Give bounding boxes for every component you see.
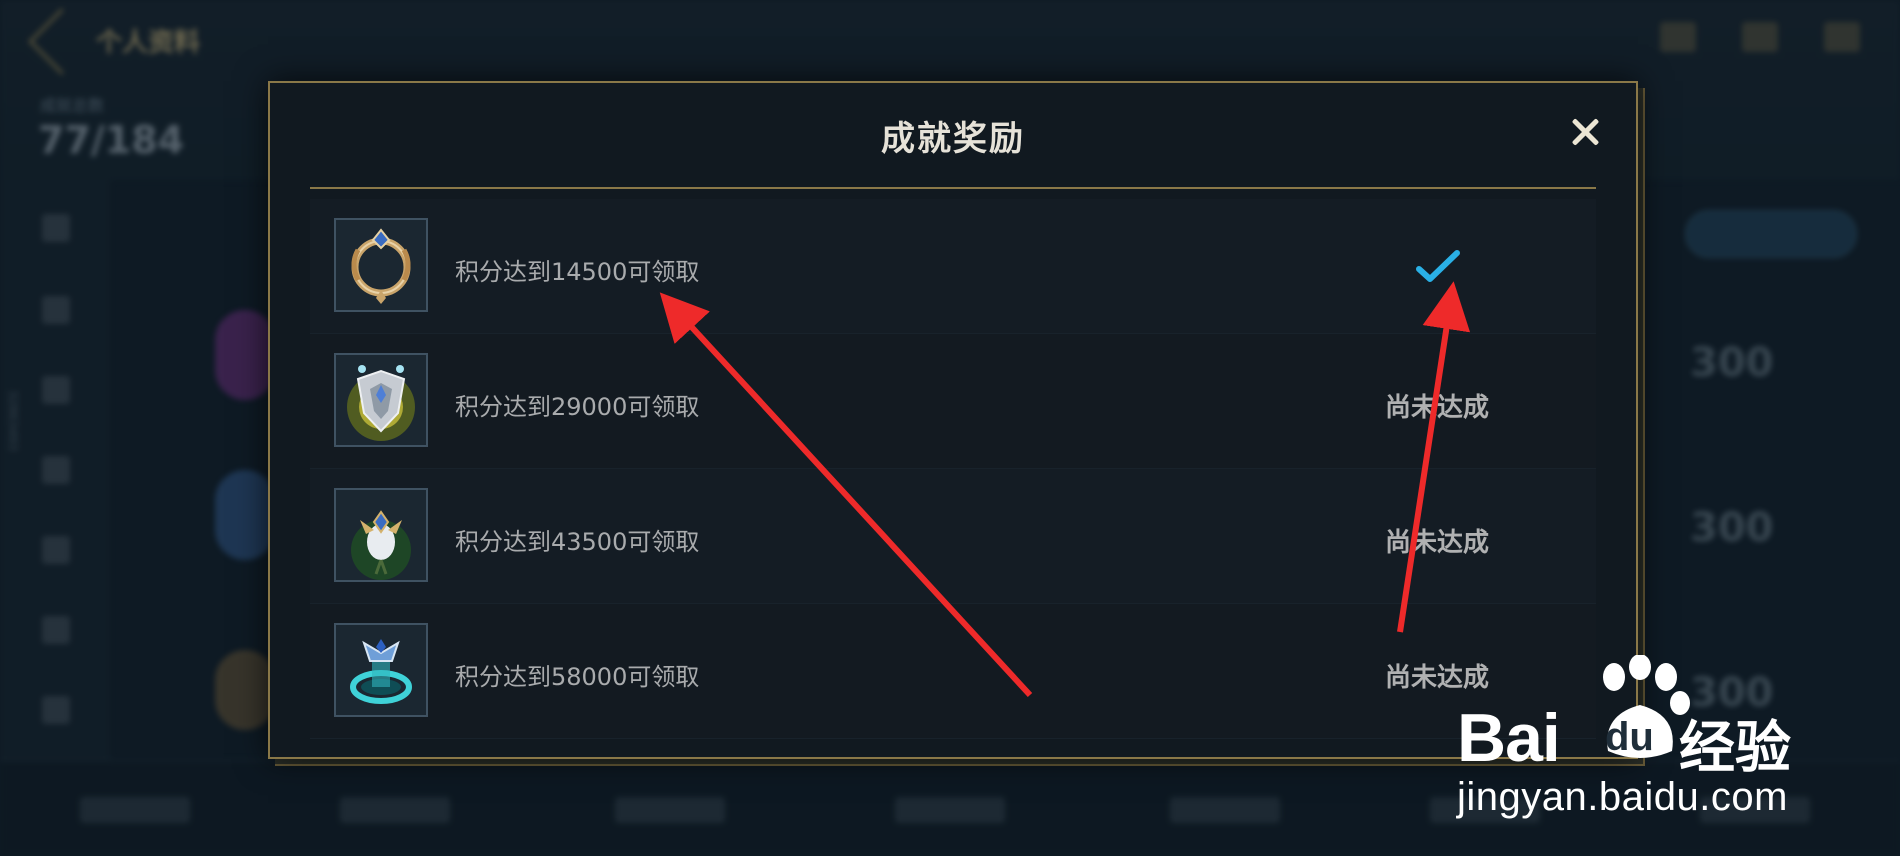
annotation-arrow [659,292,1033,698]
watermark-brand-du: du [1605,715,1654,759]
baidu-jingyan-watermark: Bai du 经验 jingyan.baidu.com [1455,655,1895,855]
watermark-brand-bai: Bai [1457,700,1561,776]
watermark-url: jingyan.baidu.com [1457,775,1788,819]
annotation-arrow [1397,281,1471,633]
watermark-brand-cn: 经验 [1679,716,1791,781]
